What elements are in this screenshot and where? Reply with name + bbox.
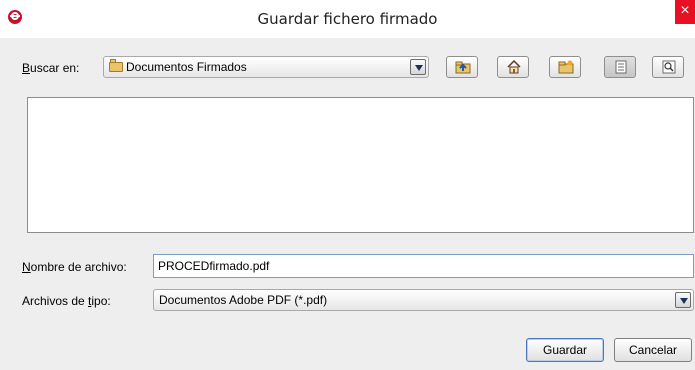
list-view-button[interactable]: [604, 56, 636, 78]
list-view-icon: [615, 60, 627, 74]
filetype-label-post: ipo:: [91, 294, 111, 308]
details-view-icon: [662, 60, 676, 74]
lookin-label-mnemonic: B: [22, 61, 31, 75]
filetype-value: Documentos Adobe PDF (*.pdf): [159, 293, 328, 307]
folder-up-icon: [455, 61, 471, 74]
filetype-label-pre: Archivos de: [22, 294, 89, 308]
title-bar: Guardar fichero firmado ×: [0, 0, 695, 38]
file-list[interactable]: [27, 97, 694, 233]
lookin-label: Buscar en:: [22, 61, 79, 75]
save-button[interactable]: Guardar: [526, 338, 604, 362]
close-icon[interactable]: ×: [675, 0, 695, 24]
lookin-combo[interactable]: Documentos Firmados: [103, 56, 429, 78]
new-folder-button[interactable]: [549, 56, 581, 78]
lookin-label-rest: uscar en:: [30, 61, 80, 75]
folder-icon: [109, 59, 123, 72]
filename-label: Nombre de archivo:: [22, 260, 127, 274]
filetype-combo[interactable]: Documentos Adobe PDF (*.pdf): [153, 289, 694, 311]
home-button[interactable]: [497, 56, 529, 78]
new-folder-icon: [558, 60, 574, 74]
cancel-button[interactable]: Cancelar: [614, 338, 692, 362]
save-dialog: Guardar fichero firmado × Buscar en: Doc…: [0, 0, 695, 370]
details-view-button[interactable]: [652, 56, 684, 78]
chevron-down-icon[interactable]: [410, 59, 426, 75]
filetype-label: Archivos de tipo:: [22, 294, 111, 308]
chevron-down-icon[interactable]: [675, 292, 691, 308]
home-icon: [507, 60, 521, 74]
lookin-value: Documentos Firmados: [126, 60, 247, 74]
up-one-level-button[interactable]: [446, 56, 478, 78]
filename-label-rest: ombre de archivo:: [30, 260, 127, 274]
window-title: Guardar fichero firmado: [257, 10, 438, 28]
filename-value: PROCEDfirmado.pdf: [158, 259, 270, 273]
filename-label-mnemonic: N: [22, 260, 31, 274]
filename-input[interactable]: PROCEDfirmado.pdf: [153, 254, 694, 278]
